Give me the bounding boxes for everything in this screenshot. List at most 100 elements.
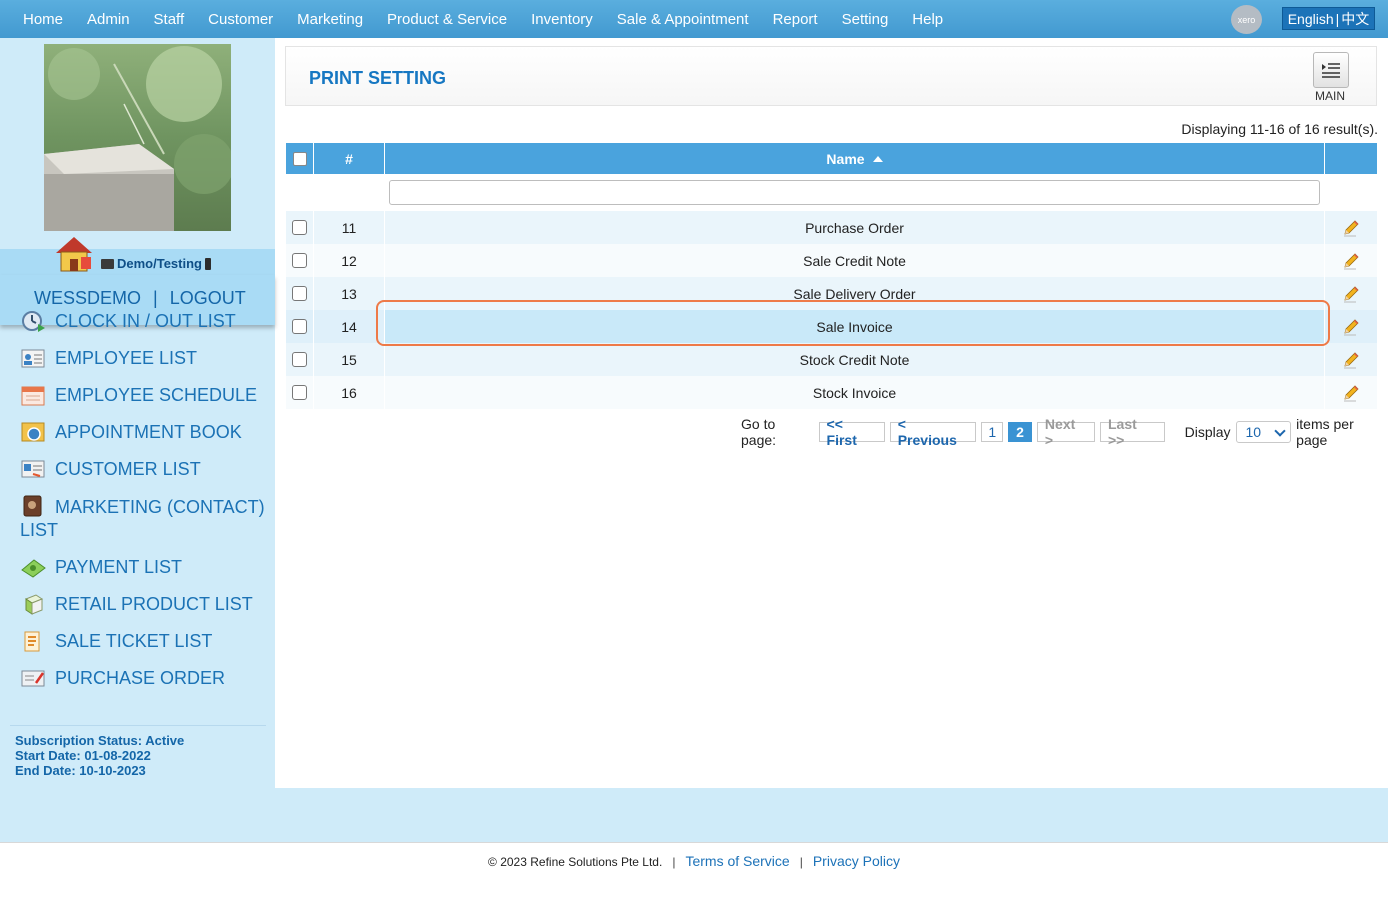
row-number: 14 xyxy=(314,310,385,343)
first-page-button[interactable]: << First xyxy=(818,416,885,448)
username-link[interactable]: WESSDEMO xyxy=(34,288,141,308)
select-all-checkbox[interactable] xyxy=(292,151,307,166)
nav-marketing[interactable]: Marketing xyxy=(297,11,363,28)
sidebar-item-employee-list[interactable]: EMPLOYEE LIST xyxy=(20,347,270,370)
nav-admin[interactable]: Admin xyxy=(87,11,130,28)
appointment-book-icon xyxy=(21,422,45,442)
purchase-order-icon xyxy=(21,670,45,687)
row-number: 13 xyxy=(314,277,385,310)
pagination: Go to page: << First < Previous 1 2 Next… xyxy=(741,416,1388,448)
nav-sale-appointment[interactable]: Sale & Appointment xyxy=(617,11,749,28)
filter-row xyxy=(286,174,1377,211)
row-edit-cell xyxy=(1325,343,1377,376)
table-row[interactable]: 15 Stock Credit Note xyxy=(286,343,1377,376)
pencil-edit-icon[interactable] xyxy=(1342,384,1360,402)
table-row[interactable]: 11 Purchase Order xyxy=(286,211,1377,244)
row-number: 11 xyxy=(314,211,385,244)
sidebar-menu: CLOCK IN / OUT LIST EMPLOYEE LIST EMPLOY… xyxy=(20,310,270,704)
row-name: Sale Credit Note xyxy=(385,244,1325,277)
sidebar-item-payment-list[interactable]: PAYMENT LIST xyxy=(20,556,270,579)
sidebar-item-label: MARKETING (CONTACT) LIST xyxy=(20,497,265,540)
pencil-edit-icon[interactable] xyxy=(1342,252,1360,270)
lang-english[interactable]: English xyxy=(1288,11,1334,27)
footer: © 2023 Refine Solutions Pte Ltd. | Terms o… xyxy=(0,853,1388,869)
nav-home[interactable]: Home xyxy=(23,11,63,28)
print-setting-grid: # Name 11 Purchase Order 12 Sale Credit … xyxy=(286,143,1377,409)
row-checkbox-cell xyxy=(286,343,314,376)
row-edit-cell xyxy=(1325,277,1377,310)
pencil-edit-icon[interactable] xyxy=(1342,219,1360,237)
page-1-button[interactable]: 1 xyxy=(981,422,1004,442)
nav-report[interactable]: Report xyxy=(773,11,818,28)
row-checkbox[interactable] xyxy=(292,385,307,400)
row-checkbox-cell xyxy=(286,310,314,343)
row-name: Stock Invoice xyxy=(385,376,1325,409)
table-row[interactable]: 13 Sale Delivery Order xyxy=(286,277,1377,310)
pencil-edit-icon[interactable] xyxy=(1342,285,1360,303)
row-number: 16 xyxy=(314,376,385,409)
column-name-label: Name xyxy=(826,150,865,167)
row-checkbox[interactable] xyxy=(292,253,307,268)
sidebar-item-appointment-book[interactable]: APPOINTMENT BOOK xyxy=(20,421,270,444)
customer-card-icon xyxy=(21,460,45,478)
user-separator: | xyxy=(153,288,158,308)
table-row-selected[interactable]: 14 Sale Invoice xyxy=(286,310,1377,343)
row-name: Sale Invoice xyxy=(385,310,1325,343)
logout-link[interactable]: LOGOUT xyxy=(170,288,246,308)
user-links: WESSDEMO | LOGOUT xyxy=(34,288,246,309)
contact-book-icon xyxy=(23,495,42,517)
row-name: Stock Credit Note xyxy=(385,343,1325,376)
nav-staff[interactable]: Staff xyxy=(154,11,185,28)
lang-chinese[interactable]: 中文 xyxy=(1341,9,1369,29)
row-name: Purchase Order xyxy=(385,211,1325,244)
sidebar-item-clock-in-out[interactable]: CLOCK IN / OUT LIST xyxy=(20,310,270,333)
name-filter-input[interactable] xyxy=(389,180,1320,205)
sidebar-item-customer-list[interactable]: CUSTOMER LIST xyxy=(20,458,270,481)
footer-separator: | xyxy=(672,855,676,869)
main-menu: Home Admin Staff Customer Marketing Prod… xyxy=(23,0,967,38)
goto-page-label: Go to page: xyxy=(741,416,777,448)
nav-inventory[interactable]: Inventory xyxy=(531,11,593,28)
row-checkbox[interactable] xyxy=(292,220,307,235)
nav-customer[interactable]: Customer xyxy=(208,11,273,28)
laptop-icon xyxy=(101,258,114,269)
terms-link[interactable]: Terms of Service xyxy=(685,853,789,869)
table-row[interactable]: 16 Stock Invoice xyxy=(286,376,1377,409)
account-label: Demo/Testing xyxy=(101,256,211,271)
sidebar-item-marketing-contact-list[interactable]: MARKETING (CONTACT) LIST xyxy=(20,495,270,542)
row-checkbox[interactable] xyxy=(292,286,307,301)
next-page-button[interactable]: Next > xyxy=(1036,416,1095,448)
main-menu-button[interactable] xyxy=(1313,52,1349,88)
sidebar-item-label: PURCHASE ORDER xyxy=(55,668,226,688)
column-name[interactable]: Name xyxy=(385,143,1325,174)
nav-help[interactable]: Help xyxy=(912,11,943,28)
clock-icon xyxy=(22,311,45,332)
nav-product-service[interactable]: Product & Service xyxy=(387,11,507,28)
sidebar-item-purchase-order[interactable]: PURCHASE ORDER xyxy=(20,667,270,690)
page-2-button[interactable]: 2 xyxy=(1008,422,1032,442)
home-shop-icon[interactable] xyxy=(54,235,94,273)
profile-photo xyxy=(44,44,231,231)
subscription-divider xyxy=(10,725,266,726)
xero-logo-icon[interactable]: xero xyxy=(1231,5,1262,34)
previous-page-button[interactable]: < Previous xyxy=(889,416,977,448)
nav-setting[interactable]: Setting xyxy=(842,11,889,28)
pencil-edit-icon[interactable] xyxy=(1342,351,1360,369)
row-checkbox[interactable] xyxy=(292,319,307,334)
row-edit-cell xyxy=(1325,244,1377,277)
row-checkbox[interactable] xyxy=(292,352,307,367)
row-checkbox-cell xyxy=(286,277,314,310)
sidebar-item-label: SALE TICKET LIST xyxy=(55,631,213,651)
pencil-edit-icon[interactable] xyxy=(1342,318,1360,336)
sidebar-item-label: RETAIL PRODUCT LIST xyxy=(55,594,253,614)
privacy-link[interactable]: Privacy Policy xyxy=(813,853,900,869)
last-page-button[interactable]: Last >> xyxy=(1099,416,1165,448)
sidebar-item-employee-schedule[interactable]: EMPLOYEE SCHEDULE xyxy=(20,384,270,407)
row-checkbox-cell xyxy=(286,244,314,277)
items-per-page-select[interactable]: 10 xyxy=(1235,421,1292,443)
sidebar-item-retail-product-list[interactable]: RETAIL PRODUCT LIST xyxy=(20,593,270,616)
top-navigation: Home Admin Staff Customer Marketing Prod… xyxy=(0,0,1388,38)
table-row[interactable]: 12 Sale Credit Note xyxy=(286,244,1377,277)
sidebar-item-sale-ticket-list[interactable]: SALE TICKET LIST xyxy=(20,630,270,653)
main-button-label: MAIN xyxy=(1315,89,1345,103)
